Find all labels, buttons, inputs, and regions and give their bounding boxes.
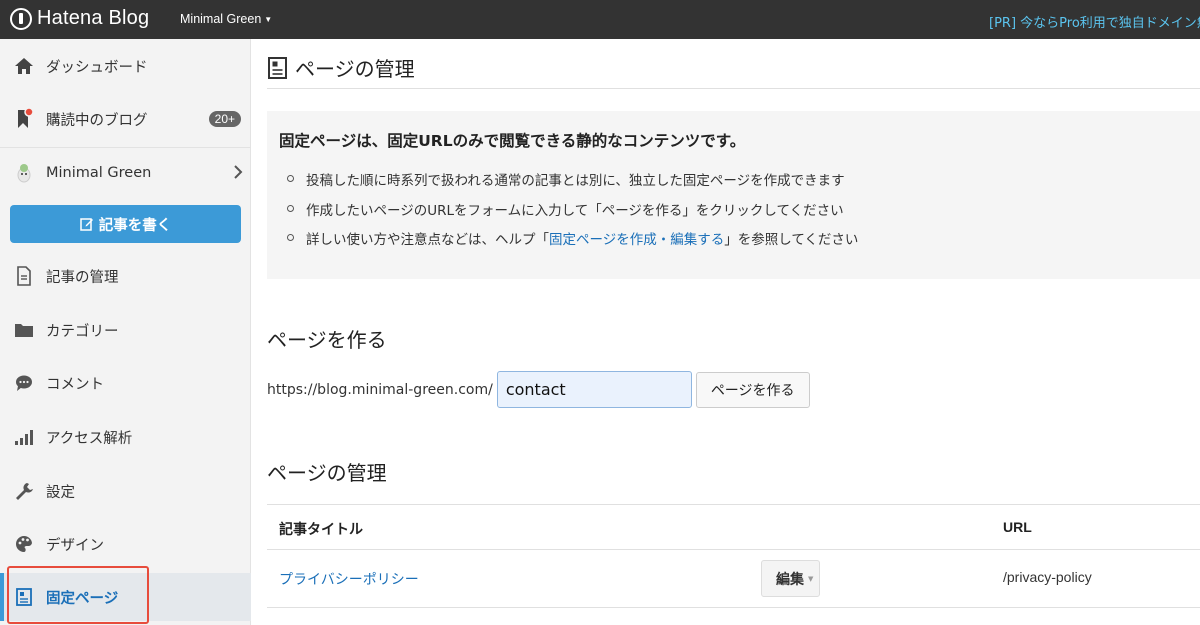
info-text: 」を参照してください: [724, 232, 859, 248]
create-page-heading: ページを作る: [267, 328, 387, 352]
sidebar-item-static-pages[interactable]: 固定ページ: [0, 573, 251, 621]
blog-switcher[interactable]: Minimal Green ▼: [180, 12, 272, 26]
blog-avatar-icon: [13, 162, 35, 184]
sidebar-item-subscriptions[interactable]: 購読中のブログ 20+: [0, 95, 251, 143]
header-divider: [267, 88, 1200, 89]
sidebar-item-design[interactable]: デザイン: [0, 520, 251, 568]
column-header-url: URL: [1003, 519, 1032, 535]
page-slug-input[interactable]: [496, 371, 692, 408]
sidebar-item-label: 購読中のブログ: [46, 112, 148, 129]
info-box: 固定ページは、固定URLのみで閲覧できる静的なコンテンツです。 投稿した順に時系…: [267, 111, 1200, 279]
sidebar-item-label: ダッシュボード: [46, 59, 148, 76]
info-text: 作成したいページのURLをフォームに入力して「ページを作る」をクリックしてくださ…: [306, 202, 844, 219]
brand-logo[interactable]: Hatena Blog: [10, 7, 149, 30]
bullet-icon: [287, 234, 294, 241]
list-item: 詳しい使い方や注意点などは、ヘルプ「固定ページを作成・編集する」を参照してくださ…: [287, 228, 858, 258]
home-icon: [13, 55, 35, 77]
sidebar-item-label: 記事の管理: [46, 269, 119, 286]
document-icon: [13, 265, 35, 287]
caret-down-icon: ▼: [808, 574, 814, 583]
manage-pages-heading: ページの管理: [267, 461, 387, 485]
top-bar: Hatena Blog Minimal Green ▼ [PR] 今ならPro利用…: [0, 0, 1200, 39]
blog-switcher-label: Minimal Green: [180, 12, 262, 26]
palette-icon: [13, 533, 35, 555]
table-row: プライバシーポリシー 編集 ▼ /privacy-policy: [267, 550, 1200, 608]
bookmark-icon: [13, 108, 35, 130]
hatena-logo-icon: [10, 7, 32, 30]
list-item: 投稿した順に時系列で扱われる通常の記事とは別に、独立した固定ページを作成できます: [287, 169, 858, 199]
unread-count-badge: 20+: [208, 111, 241, 127]
write-article-label: 記事を書く: [98, 217, 172, 234]
main-content: ページの管理 固定ページは、固定URLのみで閲覧できる静的なコンテンツです。 投…: [267, 39, 1200, 625]
sidebar-item-label: デザイン: [46, 537, 104, 554]
table-header: 記事タイトル URL: [267, 504, 1200, 550]
help-link[interactable]: 固定ページを作成・編集する: [549, 232, 724, 248]
page-icon: [13, 586, 35, 608]
create-page-button[interactable]: ページを作る: [695, 371, 810, 408]
sidebar: ダッシュボード 購読中のブログ 20+ Minimal Green 記事を書く …: [0, 39, 251, 625]
sidebar-item-label: Minimal Green: [46, 165, 152, 181]
sidebar-item-label: 設定: [46, 484, 75, 501]
caret-down-icon: ▼: [264, 15, 273, 25]
info-text: 詳しい使い方や注意点などは、ヘルプ「: [306, 232, 549, 248]
sidebar-item-categories[interactable]: カテゴリー: [0, 306, 251, 354]
folder-icon: [13, 319, 35, 341]
pages-table: 記事タイトル URL プライバシーポリシー 編集 ▼ /privacy-poli…: [267, 504, 1200, 608]
promo-link[interactable]: [PR] 今ならPro利用で独自ドメイン無: [989, 12, 1200, 31]
sidebar-item-label: アクセス解析: [46, 430, 133, 447]
list-item: 作成したいページのURLをフォームに入力して「ページを作る」をクリックしてくださ…: [287, 199, 858, 229]
page-header: ページの管理: [267, 53, 415, 82]
bar-chart-icon: [13, 426, 35, 448]
page-title: ページの管理: [295, 57, 415, 81]
bullet-icon: [287, 175, 294, 182]
info-list: 投稿した順に時系列で扱われる通常の記事とは別に、独立した固定ページを作成できます…: [287, 169, 858, 258]
sidebar-item-label: コメント: [46, 376, 104, 393]
url-prefix: https://blog.minimal-green.com/: [267, 381, 493, 398]
chevron-right-icon: [233, 164, 243, 183]
column-header-title: 記事タイトル: [279, 522, 363, 538]
sidebar-item-dashboard[interactable]: ダッシュボード: [0, 42, 251, 90]
sidebar-item-blog[interactable]: Minimal Green: [0, 149, 251, 197]
sidebar-item-analytics[interactable]: アクセス解析: [0, 413, 251, 461]
comment-icon: [13, 372, 35, 394]
edit-dropdown-button[interactable]: 編集 ▼: [761, 560, 821, 597]
page-url: /privacy-policy: [1003, 569, 1092, 585]
create-page-form: https://blog.minimal-green.com/ ページを作る: [267, 371, 810, 408]
info-text: 投稿した順に時系列で扱われる通常の記事とは別に、独立した固定ページを作成できます: [306, 173, 845, 189]
wrench-icon: [13, 480, 35, 502]
sidebar-item-label: 固定ページ: [46, 590, 119, 607]
sidebar-item-label: カテゴリー: [46, 323, 119, 340]
page-title-link[interactable]: プライバシーポリシー: [279, 569, 419, 589]
write-article-button[interactable]: 記事を書く: [10, 205, 241, 243]
page-icon: [267, 56, 289, 80]
sidebar-item-comments[interactable]: コメント: [0, 359, 251, 407]
edit-icon: [80, 217, 94, 231]
sidebar-item-articles[interactable]: 記事の管理: [0, 252, 251, 300]
sidebar-item-settings[interactable]: 設定: [0, 467, 251, 515]
bullet-icon: [287, 204, 294, 212]
brand-name: Hatena Blog: [37, 7, 150, 29]
info-title: 固定ページは、固定URLのみで閲覧できる静的なコンテンツです。: [279, 132, 746, 150]
edit-label: 編集: [776, 571, 804, 588]
sidebar-divider: [0, 147, 251, 148]
